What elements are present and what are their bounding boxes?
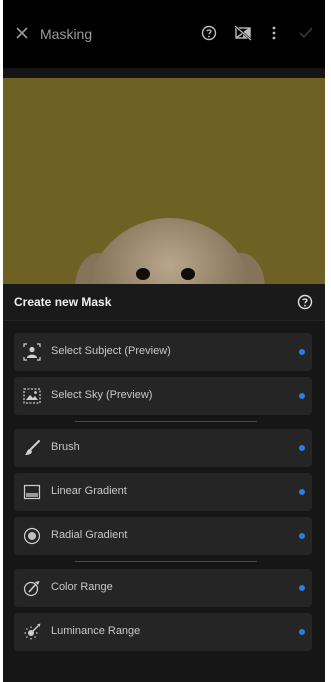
status-dot: [299, 445, 305, 451]
status-dot: [299, 393, 305, 399]
screen-title: Masking: [40, 26, 93, 42]
mask-item-label: Linear Gradient: [51, 485, 127, 497]
luminance-range-item[interactable]: Luminance Range: [14, 613, 312, 651]
section-divider: [75, 561, 257, 562]
mask-item-label: Brush: [51, 441, 80, 453]
mask-item-label: Luminance Range: [51, 625, 141, 637]
brush-icon: [22, 438, 42, 458]
panel-help-button[interactable]: [295, 292, 315, 312]
close-button[interactable]: [11, 22, 33, 44]
mask-item-label: Color Range: [51, 581, 113, 593]
sky-select-icon: [22, 386, 42, 406]
status-dot: [299, 349, 305, 355]
masking-screen: Masking Create new Mask Select Subject (…: [3, 0, 325, 682]
create-mask-panel: Create new Mask Select Subject (Preview): [3, 284, 325, 682]
more-options-button[interactable]: [263, 22, 285, 44]
radial-gradient-item[interactable]: Radial Gradient: [14, 517, 312, 555]
compare-toggle-button[interactable]: [232, 22, 254, 44]
more-icon: [272, 26, 276, 40]
status-dot: [299, 533, 305, 539]
select-subject-item[interactable]: Select Subject (Preview): [14, 333, 312, 371]
linear-gradient-item[interactable]: Linear Gradient: [14, 473, 312, 511]
dog-head: [86, 218, 254, 284]
dog-eye: [136, 268, 150, 280]
panel-header: Create new Mask: [3, 284, 325, 321]
mask-item-label: Select Subject (Preview): [51, 345, 171, 357]
brush-item[interactable]: Brush: [14, 429, 312, 467]
luminance-range-icon: [22, 622, 42, 642]
linear-gradient-icon: [22, 482, 42, 502]
status-dot: [299, 629, 305, 635]
status-dot: [299, 489, 305, 495]
radial-gradient-icon: [22, 526, 42, 546]
color-range-item[interactable]: Color Range: [14, 569, 312, 607]
compare-icon: [234, 25, 252, 41]
section-divider: [75, 421, 257, 422]
top-bar: Masking: [3, 0, 325, 68]
photo-preview: [3, 78, 325, 284]
check-icon: [299, 27, 313, 39]
mask-item-label: Select Sky (Preview): [51, 389, 153, 401]
person-select-icon: [22, 342, 42, 362]
panel-title: Create new Mask: [14, 295, 112, 309]
help-icon: [297, 294, 313, 310]
select-sky-item[interactable]: Select Sky (Preview): [14, 377, 312, 415]
help-icon: [201, 25, 217, 41]
dog-eye: [181, 268, 195, 280]
color-range-icon: [22, 578, 42, 598]
confirm-button[interactable]: [295, 22, 317, 44]
help-button[interactable]: [198, 22, 220, 44]
close-icon: [16, 27, 28, 39]
status-dot: [299, 585, 305, 591]
mask-item-label: Radial Gradient: [51, 529, 128, 541]
